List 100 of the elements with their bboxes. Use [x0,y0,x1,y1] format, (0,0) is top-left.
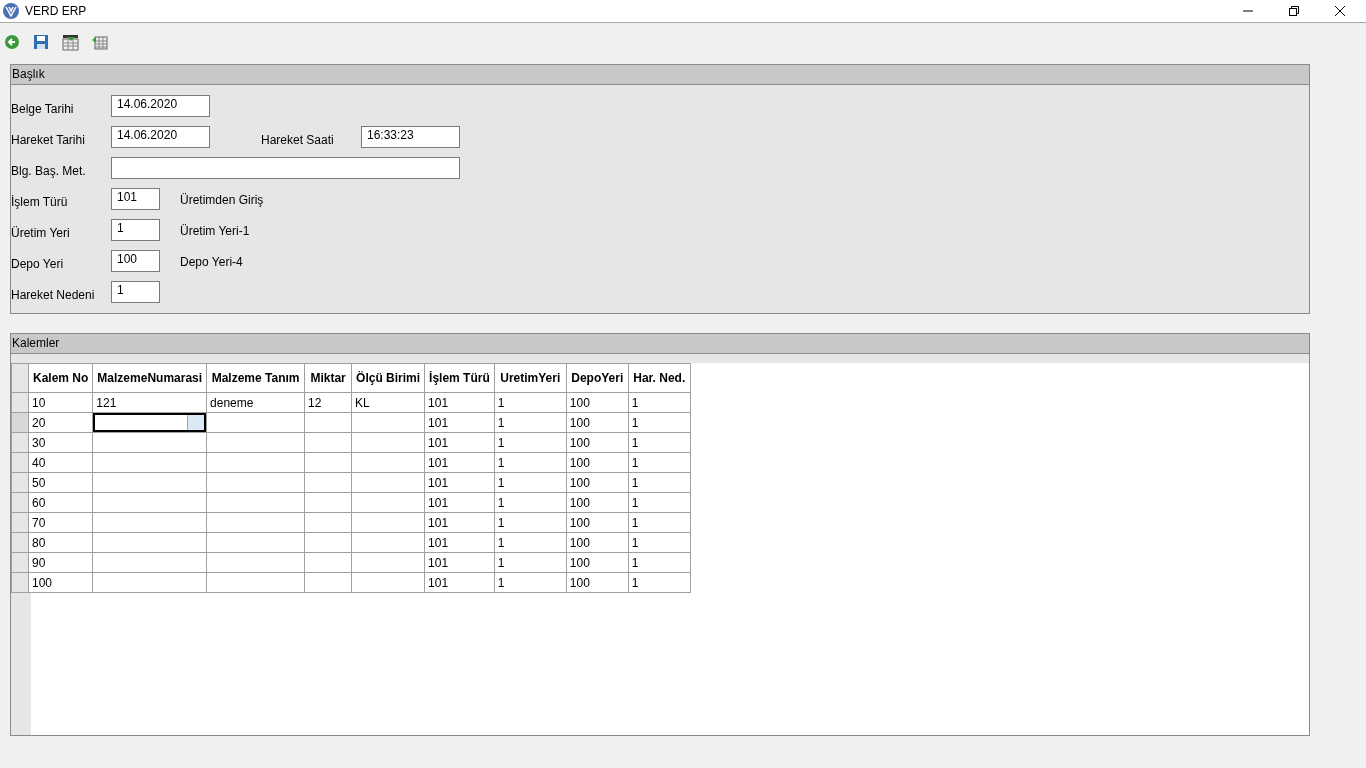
table-cell: 1 [494,532,567,553]
table-cell: 12 [304,392,352,413]
field-label: Hareket Nedeni [11,286,96,302]
input-field[interactable]: 14.06.2020 [111,95,210,117]
column-header[interactable]: UretimYeri [494,363,567,393]
table-cell: 60 [28,492,93,513]
table-cell: 40 [28,452,93,473]
table-cell: 101 [424,512,495,533]
table-cell: 1 [494,392,567,413]
table-cell: 100 [566,432,629,453]
table-cell [304,412,352,433]
field-description: Üretim Yeri-1 [180,223,250,238]
dropdown-button[interactable] [187,415,205,430]
table-cell: deneme [206,392,305,413]
table-cell: 101 [424,452,495,473]
table-cell: 50 [28,472,93,493]
field-label: Hareket Tarihi [11,131,86,147]
input-field[interactable]: 1 [111,219,160,241]
table-cell: 1 [628,432,691,453]
save-icon[interactable] [33,33,50,51]
column-header[interactable]: İşlem Türü [424,363,495,393]
close-icon[interactable] [1334,5,1346,17]
column-header[interactable]: DepoYeri [566,363,629,393]
input-field[interactable]: 1 [111,281,160,303]
table-cell: 1 [628,472,691,493]
table-cell [304,452,352,473]
table-cell: 100 [566,512,629,533]
app-logo-icon [3,3,19,19]
column-header[interactable]: Miktar [304,363,352,393]
table-cell: 101 [424,532,495,553]
table-cell: 101 [424,472,495,493]
table-cell: 1 [628,572,691,593]
table-cell: KL [351,392,425,413]
table-cell: 20 [28,412,93,433]
column-header[interactable]: Har. Ned. [628,363,691,393]
table-cell: 1 [628,512,691,533]
table-cell: 1 [494,412,567,433]
table-cell: 100 [28,572,93,593]
input-field[interactable]: 101 [111,188,160,210]
table-cell: 1 [494,452,567,473]
window-title: VERD ERP [25,4,88,18]
table-cell: 101 [424,492,495,513]
table-cell: 100 [566,572,629,593]
table-cell: 101 [424,552,495,573]
table-cell: 30 [28,432,93,453]
table-cell: 100 [566,492,629,513]
table-cell: 101 [424,432,495,453]
field-label: Depo Yeri [11,255,65,271]
column-header[interactable]: MalzemeNumarasi [92,363,207,393]
panel-title: Kalemler [11,334,1309,354]
table-cell [304,572,352,593]
table-cell: 1 [628,412,691,433]
table-cell: 1 [628,392,691,413]
column-header[interactable]: Ölçü Birimi [351,363,425,393]
restore-icon[interactable] [1288,5,1300,17]
table-cell: 100 [566,452,629,473]
table-cell: 1 [628,452,691,473]
table-cell: 1 [628,492,691,513]
table-cell: 100 [566,472,629,493]
input-field[interactable]: 100 [111,250,160,272]
column-header[interactable]: Kalem No [28,363,93,393]
table-cell: 100 [566,532,629,553]
panel-title: Başlık [11,65,1309,85]
input-field[interactable]: 16:33:23 [361,126,460,148]
table-cell: 1 [494,572,567,593]
table-cell: 1 [494,512,567,533]
field-description: Üretimden Giriş [180,192,264,207]
table-cell: 1 [494,492,567,513]
field-label: Üretim Yeri [11,224,71,240]
field-label: İşlem Türü [11,193,69,209]
column-header[interactable]: Malzeme Tanım [206,363,305,393]
table-cell: 100 [566,392,629,413]
table-arrow-icon[interactable] [62,33,79,51]
cell-editor[interactable] [93,413,207,432]
table-cell: 1 [628,532,691,553]
table-cell [304,552,352,573]
table-cell: 80 [28,532,93,553]
table-cell [304,532,352,553]
table-cell: 1 [494,552,567,573]
table-cell: 1 [494,472,567,493]
table-cell [304,472,352,493]
table-cell: 1 [628,552,691,573]
table-cell [304,432,352,453]
field-description: Depo Yeri-4 [180,254,243,269]
table-cell: 10 [28,392,93,413]
table-cell: 90 [28,552,93,573]
table-cell: 101 [424,572,495,593]
table-cell: 100 [566,412,629,433]
input-field[interactable] [111,157,460,179]
table-cell: 101 [424,392,495,413]
field-label: Belge Tarihi [11,100,75,116]
table-cell: 1 [494,432,567,453]
field-label: Hareket Saati [261,131,335,147]
field-label: Blg. Baş. Met. [11,162,87,178]
table-cell [304,512,352,533]
table-cell: 101 [424,412,495,433]
table-cell: 121 [92,392,207,413]
table-cell [304,492,352,513]
input-field[interactable]: 14.06.2020 [111,126,210,148]
table-cell: 100 [566,552,629,573]
